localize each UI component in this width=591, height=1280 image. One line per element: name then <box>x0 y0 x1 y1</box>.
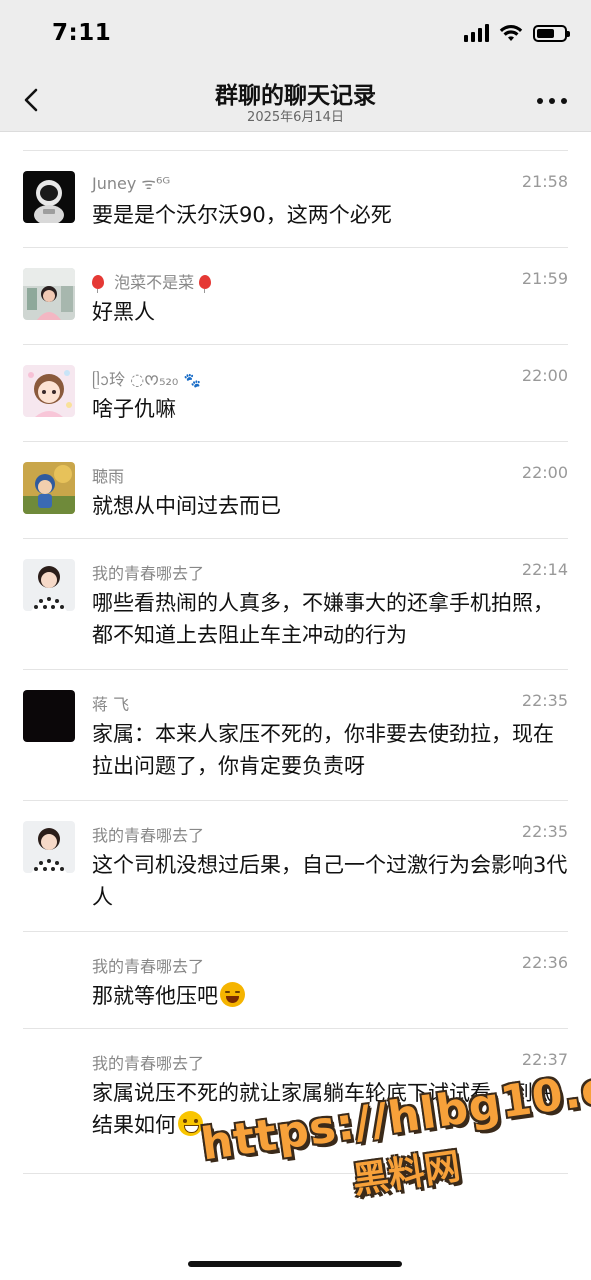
more-horizontal-icon <box>537 98 543 104</box>
message-text: 好黑人 <box>92 300 155 324</box>
message-text: 那就等他压吧 <box>92 980 568 1012</box>
list-item[interactable]: 我的青春哪去了 22:14 哪些看热闹的人真多，不嫌事大的还拿手机拍照，都不知道… <box>23 539 568 670</box>
message-time: 22:36 <box>521 953 568 972</box>
cellular-signal-icon <box>464 24 489 42</box>
nav-bar: 群聊的聊天记录 2025年6月14日 <box>0 70 591 132</box>
avatar[interactable] <box>23 268 75 320</box>
avatar[interactable] <box>23 171 75 223</box>
battery-icon <box>533 24 570 42</box>
avatar[interactable] <box>23 821 75 873</box>
message-time: 21:59 <box>521 269 568 288</box>
message-time: 21:58 <box>521 172 568 191</box>
sender-name: 我的青春哪去了 <box>92 957 205 976</box>
message-text: 哪些看热闹的人真多，不嫌事大的还拿手机拍照，都不知道上去阻止车主冲动的行为 <box>92 591 554 647</box>
astronaut-avatar-image <box>23 171 75 223</box>
list-item[interactable]: 蒋 飞 22:35 家属：本来人家压不死的，你非要去使劲拉，现在拉出问题了，你肯… <box>23 670 568 801</box>
list-item[interactable]: 我的青春哪去了 22:36 那就等他压吧 <box>23 932 568 1029</box>
sender-name: 蒋 飞 <box>92 695 130 714</box>
home-indicator[interactable] <box>188 1261 402 1267</box>
cartoon-boy-avatar-image <box>23 462 75 514</box>
polka-dot-girl-avatar-image <box>23 559 75 611</box>
sender-name: 我的青春哪去了 <box>92 826 205 845</box>
message-time: 22:37 <box>521 1050 568 1069</box>
balloon-icon <box>199 275 212 293</box>
message-text: 啥子仇嘛 <box>92 397 176 421</box>
page-title: 群聊的聊天记录 <box>215 83 376 109</box>
status-icons <box>464 24 570 42</box>
avatar[interactable] <box>23 365 75 417</box>
battery-level <box>537 28 554 38</box>
message-time: 22:35 <box>521 691 568 710</box>
message-time: 22:00 <box>521 366 568 385</box>
status-time: 7:11 <box>52 20 112 46</box>
message-text: 就想从中间过去而已 <box>92 494 281 518</box>
sender-name: 我的青春哪去了 <box>92 1054 205 1073</box>
paw-icon: 🐾 <box>183 373 201 389</box>
cartoon-girl-avatar-image <box>23 365 75 417</box>
page-subtitle: 2025年6月14日 <box>247 110 344 125</box>
avatar[interactable] <box>23 559 75 611</box>
sender-name: 聴雨 <box>92 467 125 486</box>
more-button[interactable] <box>537 86 567 116</box>
sender-name: 泡菜不是菜 <box>92 269 212 293</box>
balloon-icon <box>92 275 104 293</box>
sender-name: 我的青春哪去了 <box>92 564 205 583</box>
list-item[interactable]: ᥫᩣ玲 ◌ᰔ₅₂₀ 🐾 22:00 啥子仇嘛 <box>23 345 568 442</box>
message-time: 22:14 <box>521 560 568 579</box>
list-item[interactable]: Juney ᯤ⁶ᴳ 21:58 要是是个沃尔沃90，这两个必死 <box>23 151 568 248</box>
list-item[interactable]: 泡菜不是菜 21:59 好黑人 <box>23 248 568 345</box>
message-time: 22:35 <box>521 822 568 841</box>
list-item[interactable]: 我的青春哪去了 22:35 这个司机没想过后果，自己一个过激行为会影响3代人 <box>23 801 568 932</box>
polka-dot-girl-avatar-image <box>23 821 75 873</box>
wifi-icon <box>499 25 523 41</box>
sender-name: Juney ᯤ⁶ᴳ <box>92 174 171 193</box>
sender-name: ᥫᩣ玲 ◌ᰔ₅₂₀ 🐾 <box>92 370 201 389</box>
laughing-crying-emoji-icon <box>220 982 245 1007</box>
status-bar: 7:11 <box>0 0 591 70</box>
girl-photo-avatar-image <box>23 268 75 320</box>
chat-history-list[interactable]: Juney ᯤ⁶ᴳ 21:58 要是是个沃尔沃90，这两个必死 泡菜不是菜 21… <box>23 150 568 1174</box>
list-item[interactable]: 聴雨 22:00 就想从中间过去而已 <box>23 442 568 539</box>
message-text: 家属：本来人家压不死的，你非要去使劲拉，现在拉出问题了，你肯定要负责呀 <box>92 722 554 778</box>
avatar[interactable] <box>23 462 75 514</box>
message-time: 22:00 <box>521 463 568 482</box>
avatar[interactable] <box>23 690 75 742</box>
message-text: 这个司机没想过后果，自己一个过激行为会影响3代人 <box>92 853 568 909</box>
message-text: 要是是个沃尔沃90，这两个必死 <box>92 203 392 227</box>
